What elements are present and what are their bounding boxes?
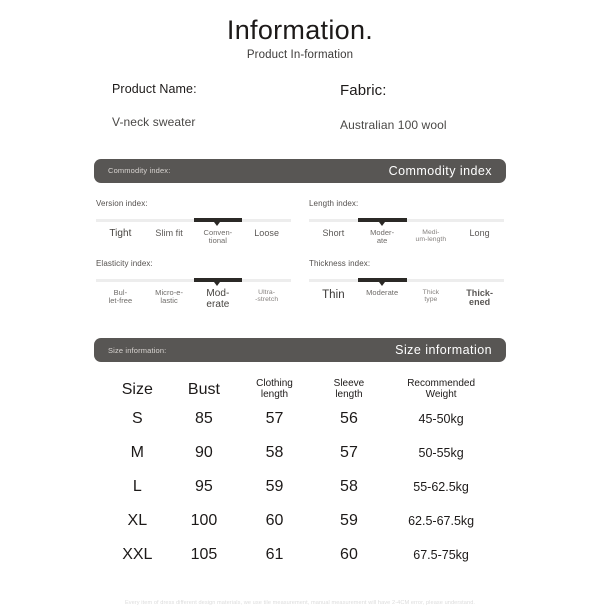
header-bust: Bust bbox=[187, 380, 220, 398]
cell-bust: 90 bbox=[195, 444, 213, 462]
header-sleeve-length: Sleeve length bbox=[333, 378, 365, 401]
commodity-index-small-label: Commodity index: bbox=[108, 166, 171, 176]
length-index-marker-icon bbox=[378, 221, 385, 226]
version-index-labels: Tight Slim fit Conven- tional Loose bbox=[96, 228, 291, 245]
table-row: XL 100 60 59 62.5-67.5kg bbox=[104, 504, 496, 538]
cell-clothing-length: 58 bbox=[265, 444, 284, 462]
size-information-banner: Size information: Size information bbox=[94, 338, 506, 363]
product-name-block: Product Name: V-neck sweater bbox=[112, 82, 312, 132]
cell-recommended-weight: 50-55kg bbox=[418, 446, 464, 461]
version-index-title: Version index: bbox=[96, 198, 148, 208]
index-row-top: Version index: Tight Slim fit Conven- ti… bbox=[0, 199, 600, 245]
length-index-track[interactable] bbox=[309, 217, 504, 226]
length-index-labels: Short Moder- ate Medi- um-length Long bbox=[309, 228, 504, 245]
length-option-short[interactable]: Short bbox=[309, 228, 358, 245]
fabric-value: Australian 100 wool bbox=[340, 117, 447, 132]
elasticity-index-marker-icon bbox=[214, 281, 221, 286]
version-option-tight[interactable]: Tight bbox=[96, 228, 145, 245]
thickness-index-title: Thickness index: bbox=[309, 258, 371, 268]
cell-bust: 95 bbox=[195, 478, 213, 496]
length-option-medium-length[interactable]: Medi- um-length bbox=[407, 229, 456, 245]
elasticity-index-title: Elasticity index: bbox=[96, 258, 153, 268]
elasticity-option-ultra-stretch[interactable]: Ultra- -stretch bbox=[242, 289, 291, 311]
table-row: L 95 59 58 55-62.5kg bbox=[104, 470, 496, 504]
cell-size: M bbox=[130, 444, 144, 462]
cell-clothing-length: 60 bbox=[265, 512, 284, 530]
elasticity-index-labels: Bul- let-free Micro-e- lastic Mod- erate… bbox=[96, 288, 291, 311]
size-table: Size Bust Clothing length Sleeve length … bbox=[104, 377, 496, 572]
cell-bust: 100 bbox=[190, 512, 218, 530]
thickness-option-thickened[interactable]: Thick- ened bbox=[455, 288, 504, 308]
product-summary: Product Name: V-neck sweater Fabric: Aus… bbox=[0, 82, 600, 132]
elasticity-option-bullet-free[interactable]: Bul- let-free bbox=[96, 288, 145, 311]
table-row: XXL 105 61 60 67.5-75kg bbox=[104, 538, 496, 572]
version-option-loose[interactable]: Loose bbox=[242, 228, 291, 245]
table-header-row: Size Bust Clothing length Sleeve length … bbox=[104, 377, 496, 402]
elasticity-option-moderate[interactable]: Mod- erate bbox=[194, 288, 243, 311]
thickness-index-track[interactable] bbox=[309, 277, 504, 286]
header-clothing-length: Clothing length bbox=[256, 378, 293, 401]
length-index-block: Length index: Short Moder- ate Medi- um-… bbox=[309, 199, 504, 245]
fabric-label: Fabric: bbox=[340, 81, 387, 99]
length-index-title: Length index: bbox=[309, 198, 359, 208]
version-index-track[interactable] bbox=[96, 217, 291, 226]
version-index-block: Version index: Tight Slim fit Conven- ti… bbox=[96, 199, 291, 245]
thickness-option-thick-type[interactable]: Thick type bbox=[407, 289, 456, 308]
header-recommended-weight: Recommended Weight bbox=[407, 378, 475, 401]
cell-sleeve-length: 56 bbox=[340, 410, 358, 428]
cell-size: S bbox=[131, 410, 143, 428]
commodity-index-title: Commodity index bbox=[388, 163, 492, 178]
version-option-slim-fit[interactable]: Slim fit bbox=[145, 228, 194, 245]
elasticity-index-track[interactable] bbox=[96, 277, 291, 286]
thickness-index-labels: Thin Moderate Thick type Thick- ened bbox=[309, 288, 504, 308]
elasticity-option-micro-elastic[interactable]: Micro-e- lastic bbox=[145, 288, 194, 311]
elasticity-index-block: Elasticity index: Bul- let-free Micro-e-… bbox=[96, 259, 291, 311]
cell-size: XXL bbox=[122, 546, 153, 564]
cell-sleeve-length: 58 bbox=[340, 478, 358, 496]
cell-recommended-weight: 55-62.5kg bbox=[413, 480, 469, 495]
cell-clothing-length: 61 bbox=[265, 546, 284, 564]
page-subtitle: Product In-formation bbox=[246, 48, 354, 61]
length-option-long[interactable]: Long bbox=[455, 228, 504, 245]
cell-clothing-length: 57 bbox=[265, 410, 284, 428]
cell-size: XL bbox=[127, 512, 148, 530]
thickness-option-moderate[interactable]: Moderate bbox=[358, 288, 407, 308]
commodity-index-banner: Commodity index: Commodity index bbox=[94, 158, 506, 183]
page-title: Information. bbox=[226, 15, 374, 45]
product-name-label: Product Name: bbox=[112, 81, 197, 96]
length-option-moderate[interactable]: Moder- ate bbox=[358, 228, 407, 245]
fabric-block: Fabric: Australian 100 wool bbox=[312, 82, 540, 132]
thickness-option-thin[interactable]: Thin bbox=[309, 289, 358, 308]
cell-bust: 85 bbox=[195, 410, 213, 428]
cell-sleeve-length: 60 bbox=[340, 546, 358, 564]
cell-recommended-weight: 45-50kg bbox=[418, 412, 464, 427]
cell-sleeve-length: 59 bbox=[340, 512, 358, 530]
thickness-index-marker-icon bbox=[378, 281, 385, 286]
header-size: Size bbox=[121, 380, 153, 398]
cell-clothing-length: 59 bbox=[265, 478, 284, 496]
product-name-value: V-neck sweater bbox=[112, 114, 196, 129]
table-row: S 85 57 56 45-50kg bbox=[104, 402, 496, 436]
cell-sleeve-length: 57 bbox=[340, 444, 358, 462]
table-row: M 90 58 57 50-55kg bbox=[104, 436, 496, 470]
size-information-small-label: Size information: bbox=[108, 345, 167, 355]
cell-size: L bbox=[132, 478, 142, 496]
thickness-index-block: Thickness index: Thin Moderate Thick typ… bbox=[309, 259, 504, 311]
cell-bust: 105 bbox=[190, 546, 218, 564]
measurement-disclaimer: Every item of dress different design mat… bbox=[124, 600, 476, 606]
size-information-title: Size information bbox=[395, 343, 492, 358]
version-option-conventional[interactable]: Conven- tional bbox=[194, 228, 243, 245]
index-row-bottom: Elasticity index: Bul- let-free Micro-e-… bbox=[0, 259, 600, 311]
version-index-marker-icon bbox=[214, 221, 221, 226]
cell-recommended-weight: 62.5-67.5kg bbox=[408, 514, 475, 529]
cell-recommended-weight: 67.5-75kg bbox=[413, 548, 469, 563]
